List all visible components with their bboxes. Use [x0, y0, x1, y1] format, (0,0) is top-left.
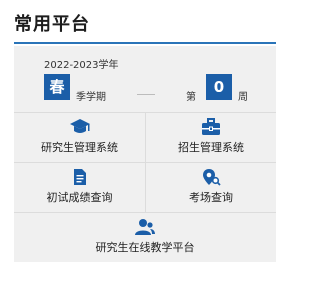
document-icon — [73, 169, 86, 185]
title-underline — [14, 42, 276, 44]
page-title: 常用平台 — [14, 14, 90, 35]
platform-exam-room-query[interactable]: 考场查询 — [146, 168, 276, 208]
briefcase-icon — [202, 118, 220, 135]
divider-dash — [137, 94, 155, 95]
user-group-icon — [135, 219, 155, 235]
academic-year: 2022-2023学年 — [44, 60, 119, 71]
platform-panel: 2022-2023学年 春 季学期 第 0 周 研究生管理系统 招生管理系统 初… — [14, 46, 276, 262]
platform-online-teaching[interactable]: 研究生在线教学平台 — [14, 218, 276, 258]
graduation-cap-icon — [69, 119, 90, 133]
platform-label: 研究生管理系统 — [41, 141, 118, 154]
platform-label: 考场查询 — [189, 191, 233, 204]
platform-label: 研究生在线教学平台 — [95, 241, 195, 254]
season-badge: 春 — [44, 74, 70, 100]
week-prefix: 第 — [186, 92, 196, 103]
platform-label: 招生管理系统 — [178, 141, 244, 154]
platform-admissions-management[interactable]: 招生管理系统 — [146, 118, 276, 158]
grid-divider — [14, 212, 276, 213]
platform-graduate-management[interactable]: 研究生管理系统 — [14, 118, 145, 158]
platform-initial-score-query[interactable]: 初试成绩查询 — [14, 168, 145, 208]
week-number-badge: 0 — [206, 74, 232, 100]
platform-label: 初试成绩查询 — [46, 191, 113, 204]
location-search-icon — [203, 169, 221, 186]
season-label: 季学期 — [76, 92, 106, 103]
week-suffix: 周 — [238, 92, 248, 103]
